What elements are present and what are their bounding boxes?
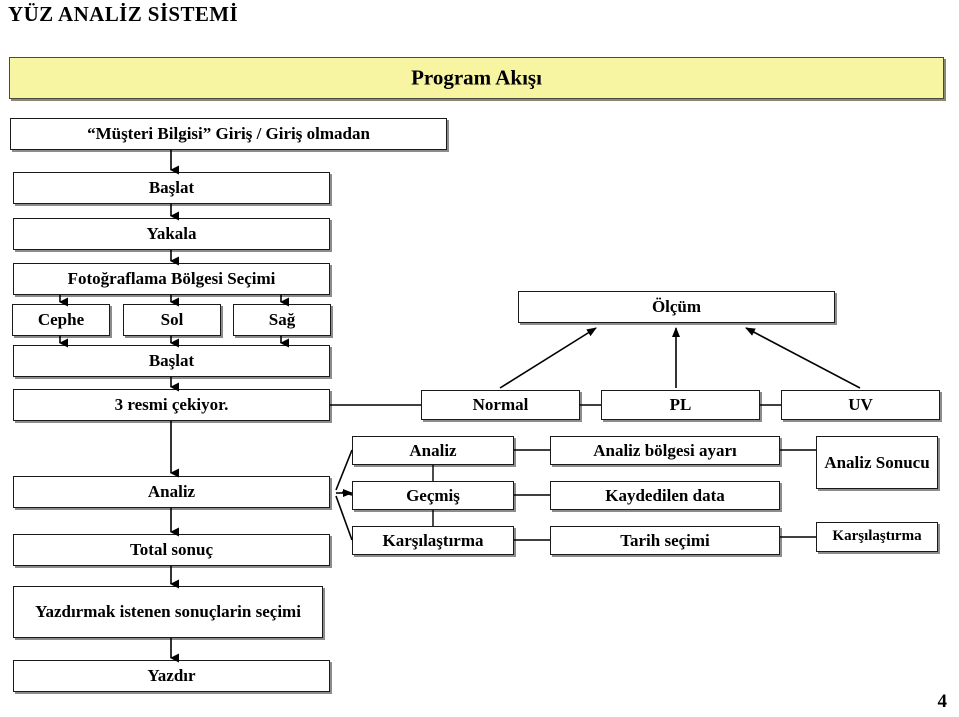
node-fotograflama-bolgesi-secimi[interactable]: Fotoğraflama Bölgesi Seçimi <box>13 263 330 295</box>
node-baslat-1[interactable]: Başlat <box>13 172 330 204</box>
page-title: YÜZ ANALİZ SİSTEMİ <box>8 2 239 26</box>
page-number: 4 <box>937 691 948 712</box>
node-pl[interactable]: PL <box>601 390 760 420</box>
slide-canvas: YÜZ ANALİZ SİSTEMİ Program Akışı “Müşter… <box>0 0 959 717</box>
node-baslat-2[interactable]: Başlat <box>13 345 330 377</box>
node-analiz-bolgesi-ayari[interactable]: Analiz bölgesi ayarı <box>550 436 780 465</box>
node-uv[interactable]: UV <box>781 390 940 420</box>
node-musteri-bilgisi[interactable]: “Müşteri Bilgisi” Giriş / Giriş olmadan <box>10 118 447 150</box>
node-yazdirmak-secimi[interactable]: Yazdırmak istenen sonuçlarin seçimi <box>13 586 323 638</box>
node-cephe[interactable]: Cephe <box>12 304 110 336</box>
node-analiz-left[interactable]: Analiz <box>13 476 330 508</box>
node-olcum[interactable]: Ölçüm <box>518 291 835 323</box>
node-sol[interactable]: Sol <box>123 304 221 336</box>
node-yazdir[interactable]: Yazdır <box>13 660 330 692</box>
node-karsilastirma[interactable]: Karşılaştırma <box>352 526 514 555</box>
node-normal[interactable]: Normal <box>421 390 580 420</box>
node-kaydedilen-data[interactable]: Kaydedilen data <box>550 481 780 510</box>
node-yakala[interactable]: Yakala <box>13 218 330 250</box>
node-total-sonuc[interactable]: Total sonuç <box>13 534 330 566</box>
node-tarih-secimi[interactable]: Tarih seçimi <box>550 526 780 555</box>
node-analiz[interactable]: Analiz <box>352 436 514 465</box>
node-gecmis[interactable]: Geçmiş <box>352 481 514 510</box>
banner-title: Program Akışı <box>411 65 542 90</box>
node-sag[interactable]: Sağ <box>233 304 331 336</box>
banner: Program Akışı <box>9 57 944 99</box>
node-3-resmi-cekiyor[interactable]: 3 resmi çekiyor. <box>13 389 330 421</box>
node-karsilastirma-sonucu[interactable]: Karşılaştırma <box>816 522 938 552</box>
node-analiz-sonucu[interactable]: Analiz Sonucu <box>816 436 938 489</box>
